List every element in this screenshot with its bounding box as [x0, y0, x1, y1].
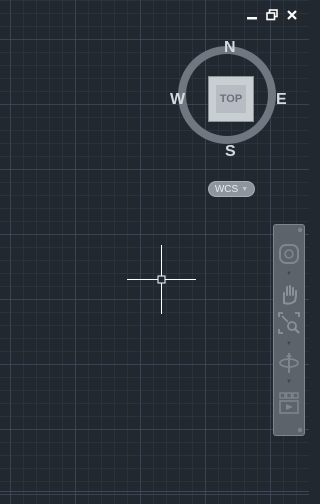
restore-icon[interactable] — [265, 8, 279, 22]
minimize-icon[interactable] — [245, 8, 259, 22]
compass-north-label[interactable]: N — [224, 40, 236, 56]
steering-wheel-dropdown-icon[interactable]: ▼ — [274, 271, 304, 277]
compass-west-label[interactable]: W — [170, 92, 185, 108]
viewcube-top-face[interactable]: TOP — [208, 76, 254, 122]
window-controls — [245, 8, 299, 22]
viewcube[interactable]: N S E W TOP — [170, 36, 292, 166]
crosshair-cursor — [127, 245, 196, 314]
navbar-close-icon[interactable] — [274, 227, 304, 233]
showmotion-icon[interactable] — [274, 391, 304, 415]
viewcube-face-label: TOP — [216, 85, 246, 113]
wcs-menu-button[interactable]: WCS ▼ — [208, 181, 255, 197]
orbit-icon[interactable] — [274, 351, 304, 375]
wcs-label: WCS — [214, 183, 239, 195]
zoom-dropdown-icon[interactable]: ▼ — [274, 341, 304, 347]
orbit-dropdown-icon[interactable]: ▼ — [274, 379, 304, 385]
chevron-down-icon: ▼ — [241, 185, 249, 193]
navbar-options-icon[interactable] — [274, 427, 304, 433]
x-axis-line — [0, 491, 309, 492]
pan-icon[interactable] — [274, 283, 304, 305]
zoom-extents-icon[interactable] — [274, 311, 304, 335]
compass-east-label[interactable]: E — [276, 92, 287, 108]
close-icon[interactable] — [285, 8, 299, 22]
compass-south-label[interactable]: S — [225, 144, 236, 160]
steering-wheel-icon[interactable] — [274, 243, 304, 265]
navigation-bar: ▼ ▼ ▼ — [273, 224, 305, 436]
